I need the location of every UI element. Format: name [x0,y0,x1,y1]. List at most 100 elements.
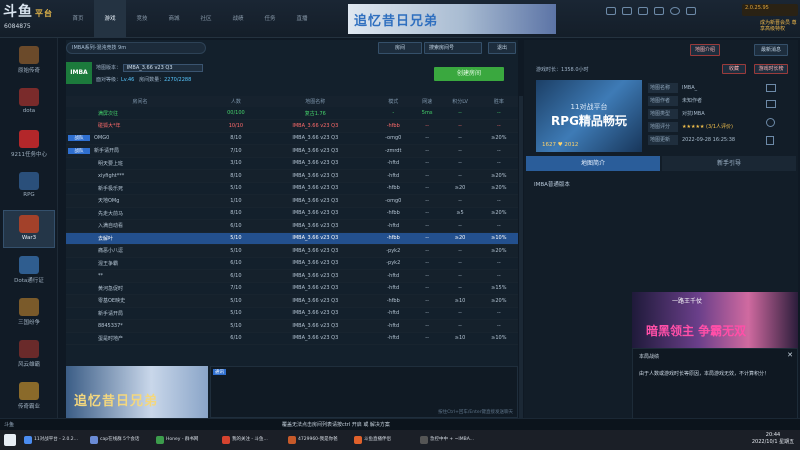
nav-item-3[interactable]: 商城 [158,0,190,38]
favorite-button[interactable]: 收藏 [722,64,746,74]
room-name: 8845337* [66,319,214,333]
player-count: 8/10 [213,207,258,220]
taskbar-app[interactable]: 11对战平台 - 2.0.2... [22,432,86,448]
column-header[interactable]: 模式 [372,96,414,107]
sidebar-item-3[interactable]: RPG [3,168,55,206]
nav-item-7[interactable]: 直播 [286,0,318,38]
column-header[interactable]: 人数 [213,96,258,107]
nav-item-1[interactable]: 游戏 [94,0,126,38]
exit-button[interactable]: 退出 [488,42,516,54]
bottom-ad-banner[interactable]: 追忆昔日兄弟 [66,366,208,418]
table-row[interactable]: 战队 OMG0 8/10 IMBA_3.66 v23 Q3 -omg0 -- -- ≥20% [66,132,518,145]
map-link-icon[interactable] [766,84,776,92]
mode: -hftd [372,269,414,283]
table-row[interactable]: 明天要上班 3/10 IMBA_3.66 v23 Q3 -hftd -- -- -- [66,157,518,170]
live-video-preview[interactable]: 一路王千仗 暗黑领主 争霸无双 [632,292,798,348]
game-icon [19,256,39,274]
player-count: 7/10 [213,144,258,158]
table-row[interactable]: ** 6/10 IMBA_3.66 v23 Q3 -hftd -- -- -- [66,269,518,283]
sidebar-item-2[interactable]: 9211任务中心 [3,126,55,164]
column-header[interactable]: 积分LV [440,96,480,107]
table-row[interactable]: 零基OE映史 5/10 IMBA_3.66 v23 Q3 -hfbb -- ≥10 ≥20% [66,294,518,308]
user-icon[interactable] [670,7,680,15]
table-row[interactable]: 战队 新手请开局 7/10 IMBA_3.66 v23 Q3 -zmrdt -- -- -- [66,144,518,158]
sidebar-item-5[interactable]: Dota通行证 [3,252,55,290]
room-name: 零基OE映史 [66,294,214,308]
column-header[interactable]: 地图名称 [257,96,373,107]
room-button[interactable]: 房间 [378,42,422,54]
vip-promo[interactable]: 成为新晋会员 尊享高级特权 [760,20,798,32]
taskbar-app[interactable]: 我的关注 - 斗鱼... [220,432,284,448]
table-row[interactable]: 满屏次往 00/100 复古1.76-5ms -- -- [66,107,518,120]
table-row[interactable]: 新手请开局 5/10 IMBA_3.66 v23 Q3 -hftd -- -- -- [66,307,518,320]
table-row[interactable]: 混王争霸 6/10 IMBA_3.66 v23 Q3 -pyk2 -- -- -- [66,257,518,270]
map-name: IMBA_3.66 v23 Q3 [257,269,373,283]
table-row[interactable]: 痛恶小八逗 5/10 IMBA_3.66 v23 Q3 -pyk2 -- -- ≥20% [66,244,518,258]
column-header[interactable]: 网速 [413,96,441,107]
chat-panel[interactable]: 通讯 按住Ctrl+回车/Enter键直接发送聊天 [210,366,518,418]
sidebar-item-8[interactable]: 传奇霸业 [3,378,55,416]
nav-item-2[interactable]: 竞技 [126,0,158,38]
map-name: IMBA_3.66 v23 Q3 [257,244,373,258]
taskbar-app[interactable]: 斗鱼直播伴侣 [352,432,416,448]
table-row[interactable]: xiyfight*** 8/10 IMBA_3.66 v23 Q3 -hftd -- --… [66,169,518,183]
table-row[interactable]: 入满自动看 6/10 IMBA_3.66 v23 Q3 -hftd -- -- -- [66,219,518,233]
taskbar-app[interactable]: cap在线群 5个会话 [88,432,152,448]
tab-map-intro[interactable]: 地图简介 [526,156,660,171]
ping: -- [413,119,441,133]
room-search-input[interactable]: 搜索房间号 [424,42,482,54]
taskbar-app[interactable]: Honey - 群书网 [154,432,218,448]
table-row[interactable]: 黄河急促时 7/10 IMBA_3.66 v23 Q3 -hftd -- -- ≥15% [66,282,518,295]
search-icon[interactable] [766,118,775,127]
player-count: 5/10 [213,319,258,333]
map-intro-button[interactable]: 地图介绍 [690,44,720,56]
playtime-rank-button[interactable]: 游戏时长榜 [754,64,788,74]
latest-news-button[interactable]: 最新消息 [754,44,788,56]
sidebar-item-0[interactable]: 原始传奇 [3,42,55,80]
create-room-button[interactable]: 创建房间 [434,67,504,81]
column-header[interactable]: 房间名 [66,96,214,107]
mode: -hftd [372,332,414,345]
cart-icon[interactable] [766,100,776,108]
gift-icon[interactable] [638,7,648,15]
sidebar-item-6[interactable]: 三国纷争 [3,294,55,332]
trophy-icon[interactable] [766,136,774,145]
win-rate: ≥10% [479,332,518,345]
settings-icon[interactable] [654,7,664,15]
tab-newbie-guide[interactable]: 新手引导 [662,156,796,171]
taskbar-app[interactable]: 4729960-我是你爸 [286,432,350,448]
room-name: 碰狐大*年 [66,119,214,133]
table-row[interactable]: 先走大前马 8/10 IMBA_3.66 v23 Q3 -hfbb -- ≥5 ≥20% [66,207,518,220]
table-row[interactable]: 新手极乐死 5/10 IMBA_3.66 v23 Q3 -hfbb -- ≥20 ≥20% [66,182,518,195]
app-logo[interactable]: 斗鱼 平台 [3,1,53,21]
table-row[interactable]: 8845337* 5/10 IMBA_3.66 v23 Q3 -hftd -- -- -- [66,319,518,333]
friends-icon[interactable] [622,7,632,15]
table-row[interactable]: 碰狐大*年 10/10 IMBA_3.66 v23 Q3 -hfbb -- -- -- [66,119,518,133]
table-row[interactable]: 蛋是时地产 6/10 IMBA_3.66 v23 Q3 -hftd -- ≥10 ≥10% [66,332,518,345]
close-icon[interactable]: ✕ [787,351,793,359]
top-ad-banner[interactable]: 追忆昔日兄弟 [348,4,556,34]
room-list-scrollbar[interactable] [519,96,523,418]
windows-start-icon[interactable] [4,434,16,446]
map-name: 复古1.76 [257,107,373,120]
room-filter-tab[interactable]: IMBA系列-混沌竞技 9m [66,42,206,54]
mail-icon[interactable] [606,7,616,15]
os-taskbar: 11对战平台 - 2.0.2... cap在线群 5个会话 Honey - 群书网我… [0,430,800,450]
map-version-select[interactable]: IMBA_3.66 v23 Q3 [122,64,203,72]
column-header[interactable]: 胜率 [479,96,518,107]
ping: -- [413,332,441,345]
nav-item-6[interactable]: 任务 [254,0,286,38]
nav-item-4[interactable]: 社区 [190,0,222,38]
table-row[interactable]: 去解叶 5/10 IMBA_3.66 v23 Q3 -hfbb -- ≥20 ≥10% [66,232,518,245]
nav-item-5[interactable]: 战绩 [222,0,254,38]
win-rate: ≥20% [479,294,518,308]
table-row[interactable]: 天地OMg 1/10 IMBA_3.66 v23 Q3 -omg0 -- -- -- [66,194,518,208]
level-req: -- [440,157,480,170]
sidebar-item-4[interactable]: War3 [3,210,55,248]
sidebar-item-1[interactable]: dota [3,84,55,122]
message-icon[interactable] [686,7,696,15]
taskbar-app[interactable]: 急控中中 + ~IMBA... [418,432,482,448]
level-req: -- [440,107,480,120]
sidebar-item-7[interactable]: 风云雄霸 [3,336,55,374]
nav-item-0[interactable]: 首页 [62,0,94,38]
